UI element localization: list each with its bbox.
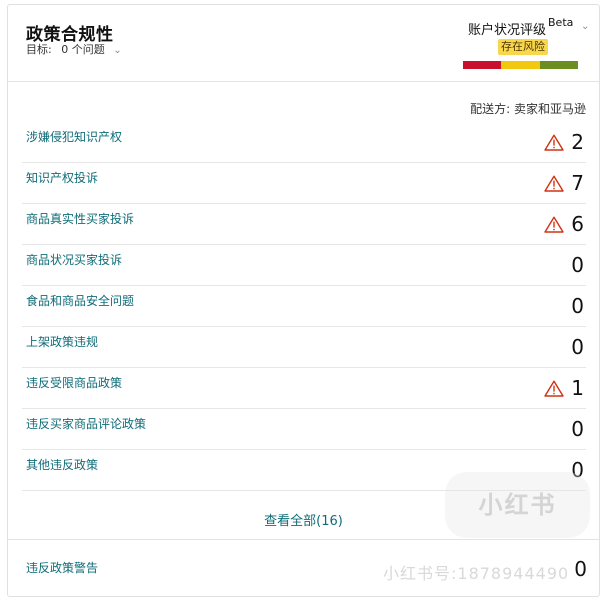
violation-link[interactable]: 违反受限商品政策 — [26, 374, 122, 391]
target-label: 目标: — [26, 43, 52, 56]
warning-icon — [544, 380, 564, 397]
violation-count: 6 — [571, 212, 584, 236]
beta-badge: Beta — [548, 16, 574, 29]
violation-link[interactable]: 知识产权投诉 — [26, 169, 98, 186]
watermark-user-id: 小红书号:1878944490 — [383, 564, 570, 583]
violation-row: 商品真实性买家投诉 6 — [22, 204, 586, 245]
watermark-logo: 小红书 — [445, 472, 590, 538]
warning-icon — [544, 134, 564, 151]
risk-status-badge: 存在风险 — [498, 39, 548, 55]
chevron-down-icon[interactable]: ⌄ — [581, 21, 589, 32]
violation-count: 2 — [571, 130, 584, 154]
violation-row: 涉嫌侵犯知识产权 2 — [22, 122, 586, 163]
violation-count: 0 — [571, 417, 584, 441]
card-header: 政策合规性 目标: 0 个问题 ⌄ 账户状况评级 Beta ⌄ 存在风险 — [8, 5, 599, 82]
violation-row: 违反买家商品评论政策 0 — [22, 409, 586, 450]
violation-count: 0 — [571, 253, 584, 277]
chevron-down-icon[interactable]: ⌄ — [113, 45, 121, 56]
violation-count: 0 — [571, 294, 584, 318]
violation-link[interactable]: 违反买家商品评论政策 — [26, 415, 146, 432]
account-health-rating[interactable]: 账户状况评级 Beta ⌄ 存在风险 — [463, 15, 589, 73]
target-selector[interactable]: 目标: 0 个问题 ⌄ — [26, 41, 122, 57]
violations-list: 涉嫌侵犯知识产权 2 知识产权投诉 7 商品真实性买家投诉 6 商品状况买家投诉 0 食品和商品… — [22, 122, 586, 491]
violation-row: 上架政策违规 0 — [22, 327, 586, 368]
policy-warnings-link[interactable]: 违反政策警告 — [26, 559, 98, 576]
health-meter — [463, 61, 578, 69]
violation-count: 7 — [571, 171, 584, 195]
violation-link[interactable]: 涉嫌侵犯知识产权 — [26, 128, 122, 145]
violation-count: 0 — [571, 335, 584, 359]
policy-compliance-card: 政策合规性 目标: 0 个问题 ⌄ 账户状况评级 Beta ⌄ 存在风险 配送方… — [7, 4, 600, 597]
warning-icon — [544, 216, 564, 233]
account-health-title: 账户状况评级 — [468, 23, 547, 38]
warning-icon — [544, 175, 564, 192]
divider — [8, 539, 599, 540]
violation-link[interactable]: 其他违反政策 — [26, 456, 98, 473]
violation-row: 违反受限商品政策 1 — [22, 368, 586, 409]
meter-segment-red — [463, 61, 502, 69]
policy-warnings-count: 0 — [574, 557, 587, 581]
violation-link[interactable]: 商品真实性买家投诉 — [26, 210, 134, 227]
meter-segment-green — [539, 61, 578, 69]
meter-segment-yellow — [501, 61, 540, 69]
violation-row: 商品状况买家投诉 0 — [22, 245, 586, 286]
violation-link[interactable]: 商品状况买家投诉 — [26, 251, 122, 268]
ship-from-label: 配送方: 卖家和亚马逊 — [470, 102, 586, 116]
violation-link[interactable]: 食品和商品安全问题 — [26, 292, 134, 309]
target-value: 0 个问题 — [61, 43, 105, 56]
violation-row: 知识产权投诉 7 — [22, 163, 586, 204]
violation-row: 食品和商品安全问题 0 — [22, 286, 586, 327]
violation-link[interactable]: 上架政策违规 — [26, 333, 98, 350]
violation-count: 1 — [571, 376, 584, 400]
